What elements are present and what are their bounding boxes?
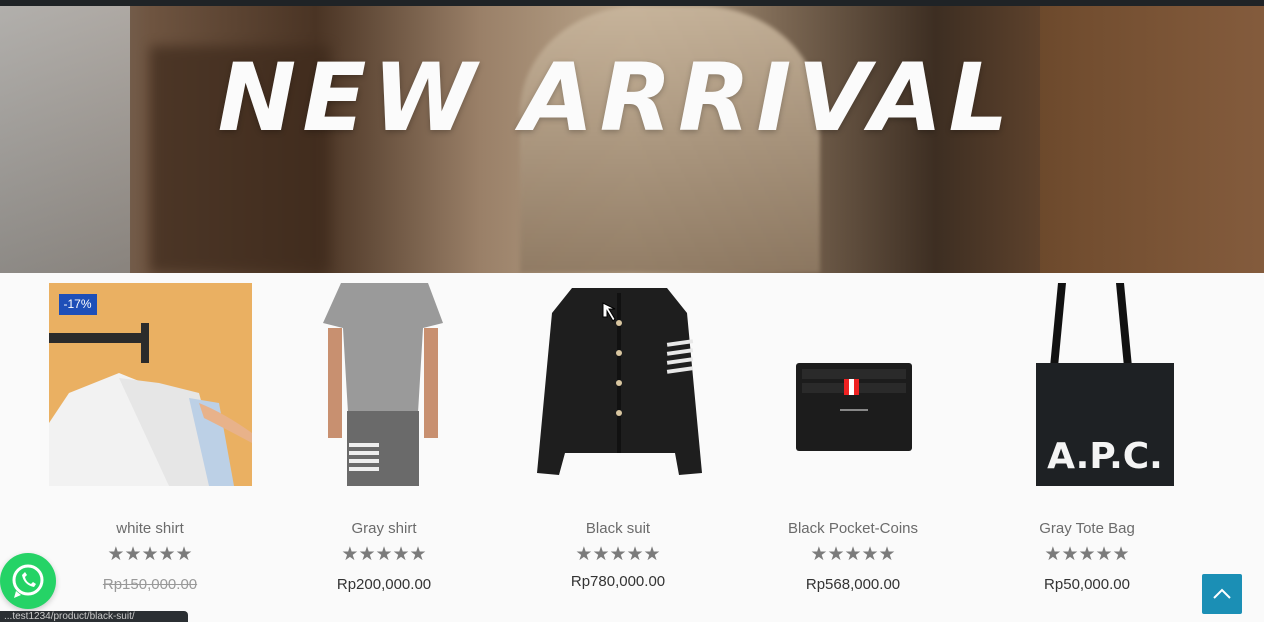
star-rating: ★★★★★ (575, 544, 661, 565)
product-card[interactable]: -17% white shirt ★★★★★ Rp150,000.00 (33, 283, 267, 593)
product-image-black-pocket-coins[interactable] (751, 283, 955, 486)
product-name[interactable]: Black suit (501, 520, 735, 537)
tote-bag-illustration: A.P.C. (1035, 283, 1174, 486)
black-suit-illustration (536, 288, 702, 475)
gray-shirt-illustration (322, 283, 443, 486)
scroll-to-top-button[interactable] (1202, 574, 1242, 614)
hero-banner[interactable]: NEW ARRIVAL (0, 6, 1264, 273)
product-card[interactable]: Black suit ★★★★★ Rp780,000.00 (501, 283, 735, 590)
hero-title: NEW ARRIVAL (217, 44, 1015, 153)
star-rating: ★★★★★ (341, 544, 427, 565)
product-name[interactable]: Gray shirt (267, 520, 501, 537)
product-card[interactable]: Black Pocket-Coins ★★★★★ Rp568,000.00 (736, 283, 970, 593)
product-price: Rp200,000.00 (336, 576, 432, 593)
product-card[interactable]: Gray shirt ★★★★★ Rp200,000.00 (267, 283, 501, 593)
product-name[interactable]: white shirt (33, 520, 267, 537)
browser-status-url: ...test1234/product/black-suit/ (0, 611, 188, 622)
product-name[interactable]: Black Pocket-Coins (736, 520, 970, 537)
whatsapp-icon (12, 564, 44, 598)
product-price: Rp568,000.00 (805, 576, 901, 593)
product-name[interactable]: Gray Tote Bag (970, 520, 1204, 537)
star-rating: ★★★★★ (1044, 544, 1130, 565)
star-rating: ★★★★★ (107, 544, 193, 565)
product-card[interactable]: A.P.C. Gray Tote Bag ★★★★★ Rp50,000.00 (970, 283, 1204, 593)
product-price: Rp780,000.00 (570, 573, 666, 590)
product-price: Rp150,000.00 (102, 576, 198, 593)
card-holder-illustration (795, 363, 912, 451)
product-image-white-shirt[interactable]: -17% (48, 283, 252, 486)
whatsapp-chat-button[interactable] (0, 553, 56, 609)
product-image-black-suit[interactable] (516, 283, 720, 486)
product-grid: -17% white shirt ★★★★★ Rp150,000.00 Gray… (0, 273, 1264, 622)
bag-print-text: A.P.C. (1047, 436, 1163, 477)
sale-badge: -17% (58, 294, 97, 315)
product-image-gray-tote-bag[interactable]: A.P.C. (985, 283, 1189, 486)
product-image-gray-shirt[interactable] (282, 283, 486, 486)
product-price: Rp50,000.00 (1044, 576, 1130, 593)
star-rating: ★★★★★ (810, 544, 896, 565)
chevron-up-icon (1213, 588, 1231, 599)
